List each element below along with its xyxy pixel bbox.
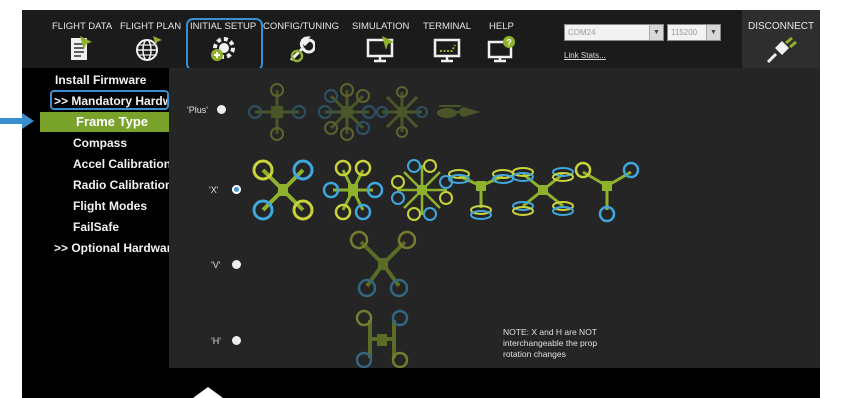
menu-terminal-label: TERMINAL <box>423 21 472 32</box>
sidebar-item-frame-type[interactable]: Frame Type <box>40 112 169 132</box>
frame-plus-images[interactable] <box>247 82 487 142</box>
sidebar-item-radio-calibration[interactable]: Radio Calibration <box>73 178 169 192</box>
menu-terminal[interactable]: TERMINAL <box>421 10 476 68</box>
gear-plus-icon <box>211 37 235 61</box>
menu-flight-data[interactable]: FLIGHT DATA <box>26 10 112 68</box>
sidebar-item-failsafe[interactable]: FailSafe <box>73 220 119 234</box>
flight-data-icon <box>71 36 92 60</box>
port-select[interactable]: COM24 ▼ <box>564 24 664 41</box>
sidebar-item-install-firmware[interactable]: Install Firmware <box>55 73 146 87</box>
radio-button[interactable] <box>232 336 241 345</box>
svg-text:?: ? <box>506 38 512 48</box>
sidebar-item-label: Frame Type <box>76 114 149 129</box>
note-line: NOTE: X and H are NOT <box>503 327 597 337</box>
menu-flight-plan[interactable]: FLIGHT PLAN <box>100 10 181 68</box>
note-line: rotation changes <box>503 349 566 359</box>
mission-planner-window: FLIGHT DATA FLIGHT PLAN INITIAL SETUP CO… <box>22 10 820 398</box>
monitor-plane-icon <box>366 36 394 63</box>
pointer-triangle-icon <box>193 387 223 398</box>
radio-button[interactable] <box>232 260 241 269</box>
menu-simulation[interactable]: SIMULATION <box>352 10 412 68</box>
sidebar-item-optional-hardware[interactable]: >> Optional Hardware <box>54 241 169 255</box>
sidebar-item-accel-calibration[interactable]: Accel Calibration <box>73 157 169 171</box>
plug-icon <box>766 36 797 64</box>
sidebar-item-flight-modes[interactable]: Flight Modes <box>73 199 147 213</box>
radio-button-selected[interactable] <box>232 185 241 194</box>
frame-option-x-label: 'X' <box>209 185 219 195</box>
menu-initial-setup-label: INITIAL SETUP <box>190 21 257 32</box>
note-line: interchangeable the prop <box>503 338 598 348</box>
baud-select[interactable]: 115200 ▼ <box>667 24 721 41</box>
wrench-icon <box>289 36 315 63</box>
frame-type-panel: 'Plus' 'X' 'V' 'H' NOTE: X and H are NOT… <box>169 68 820 368</box>
frame-option-h-label: 'H' <box>211 336 221 346</box>
frame-x-images[interactable] <box>247 154 657 226</box>
menu-initial-setup[interactable]: INITIAL SETUP <box>186 10 263 71</box>
frame-option-plus-label: 'Plus' <box>187 105 208 115</box>
disconnect-label: DISCONNECT <box>748 21 815 32</box>
port-select-value: COM24 <box>568 28 596 37</box>
baud-select-value: 115200 <box>671 28 698 37</box>
frame-note: NOTE: X and H are NOT interchangeable th… <box>503 327 663 360</box>
terminal-icon <box>433 38 461 63</box>
globe-icon <box>136 36 162 61</box>
radio-button[interactable] <box>217 105 226 114</box>
sidebar-item-compass[interactable]: Compass <box>73 136 127 150</box>
chevron-down-icon: ▼ <box>649 25 663 40</box>
menu-simulation-label: SIMULATION <box>352 21 410 32</box>
frame-v-image[interactable] <box>347 228 419 300</box>
setup-sidebar: Frame Type Install Firmware >> Mandatory… <box>22 68 169 368</box>
arrow-right-icon <box>0 113 34 129</box>
menu-flight-plan-label: FLIGHT PLAN <box>120 21 182 32</box>
chevron-down-icon: ▼ <box>706 25 720 40</box>
menu-help-label: HELP <box>489 21 514 32</box>
link-stats-link[interactable]: Link Stats... <box>564 51 606 60</box>
help-monitor-icon: ? <box>487 36 515 63</box>
disconnect-button[interactable]: DISCONNECT <box>742 10 820 68</box>
menu-config-tuning-label: CONFIG/TUNING <box>263 21 339 32</box>
menu-help[interactable]: HELP ? <box>487 10 527 68</box>
mandatory-hardware-highlight <box>50 90 169 110</box>
menu-config-tuning[interactable]: CONFIG/TUNING <box>263 10 343 68</box>
top-toolbar: FLIGHT DATA FLIGHT PLAN INITIAL SETUP CO… <box>22 10 820 71</box>
frame-h-image[interactable] <box>352 308 412 368</box>
frame-option-v-label: 'V' <box>211 260 221 270</box>
